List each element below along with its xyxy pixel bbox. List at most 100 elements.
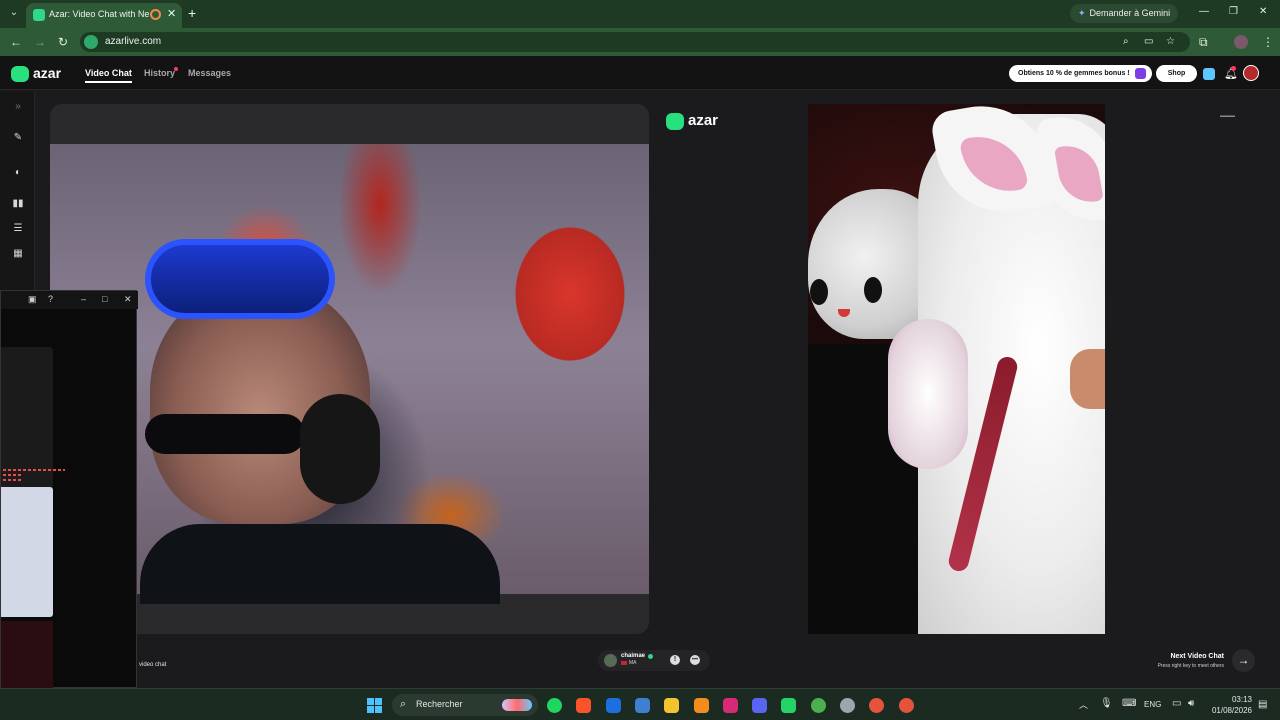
tab-title: Azar: Video Chat with New xyxy=(49,9,149,19)
zoom-icon[interactable]: ⌕ xyxy=(1123,36,1129,47)
layout-grid-icon[interactable]: ▦ xyxy=(12,248,24,260)
tray-overflow-icon[interactable]: ︿ xyxy=(1079,698,1088,711)
brave-icon[interactable] xyxy=(576,698,591,713)
clock-date[interactable]: 01/08/2026 xyxy=(1200,706,1252,715)
next-video-chat-hint: Press right key to meet others xyxy=(1157,663,1224,669)
volume-icon[interactable]: 🔊︎ xyxy=(1188,698,1194,709)
reload-icon[interactable]: ↻ xyxy=(58,35,68,49)
steam-icon[interactable] xyxy=(840,698,855,713)
peer-country: MA xyxy=(629,660,637,666)
network-icon[interactable]: ▭ xyxy=(1172,698,1181,709)
layout-stack-icon[interactable]: ☰ xyxy=(12,223,24,235)
minimize-icon[interactable]: – xyxy=(81,294,86,304)
peer-avatar[interactable] xyxy=(604,654,617,667)
whatsapp-icon[interactable] xyxy=(781,698,796,713)
tool-rail: » ✎ ◐ ▮▮ ☰ ▦ xyxy=(0,91,35,291)
overlay-light-pane xyxy=(1,487,53,617)
instagram-icon[interactable] xyxy=(723,698,738,713)
azar-center-logo-text: azar xyxy=(688,112,719,129)
azar-logo-icon[interactable] xyxy=(11,66,29,82)
site-info-icon[interactable] xyxy=(84,35,98,49)
self-camera-feed xyxy=(50,144,649,604)
peer-headphone xyxy=(888,319,968,469)
file-explorer-icon[interactable] xyxy=(664,698,679,713)
new-tab-icon[interactable]: + xyxy=(188,5,196,21)
bell-notification-dot xyxy=(1231,66,1236,71)
next-arrow-button[interactable]: → xyxy=(1232,649,1255,672)
extensions-icon[interactable]: ⧉ xyxy=(1199,35,1208,50)
self-video-panel xyxy=(50,104,649,634)
app-header: azar Video Chat History Messages Obtiens… xyxy=(0,56,1280,90)
overlay-meter xyxy=(3,469,65,487)
search-icon: ⌕ xyxy=(400,698,407,710)
discord-icon[interactable] xyxy=(752,698,767,713)
menu-icon[interactable]: ⋮ xyxy=(1262,35,1274,49)
shop-label: Shop xyxy=(1167,70,1186,77)
azar-center-logo-icon xyxy=(666,113,684,130)
back-icon[interactable]: ← xyxy=(10,35,22,49)
history-notification-dot xyxy=(174,67,178,71)
close-tab-icon[interactable]: ✕ xyxy=(167,7,176,20)
self-sunglasses xyxy=(145,414,305,454)
close-icon[interactable]: ✕ xyxy=(124,294,132,305)
help-icon[interactable]: ? xyxy=(48,294,53,304)
video-chat-label: video chat xyxy=(139,662,167,668)
microphone-icon[interactable]: 🎙︎ xyxy=(1100,698,1113,709)
avatar[interactable] xyxy=(1243,65,1259,81)
search-highlight-icon xyxy=(502,699,532,711)
report-icon[interactable]: ! xyxy=(670,655,680,665)
chrome-profile-3-icon[interactable] xyxy=(899,698,914,713)
screenshot-icon[interactable]: ▣ xyxy=(28,294,37,305)
gemini-icon: ✦ xyxy=(1078,8,1086,18)
spotify-icon[interactable] xyxy=(547,698,562,713)
promo-label: Obtiens 10 % de gemmes bonus ! xyxy=(1018,70,1130,77)
star-icon[interactable]: ☆ xyxy=(1166,36,1175,47)
minimize-window-icon[interactable]: — xyxy=(1199,6,1209,17)
magic-wand-icon[interactable]: ✎ xyxy=(12,132,24,144)
gemini-label: Demander à Gemini xyxy=(1089,8,1171,18)
search-placeholder: Rechercher xyxy=(416,699,463,709)
start-icon[interactable] xyxy=(367,698,382,713)
chrome-profile-2-icon[interactable] xyxy=(869,698,884,713)
azar-logo-text[interactable]: azar xyxy=(33,65,61,81)
clock-time[interactable]: 03:13 xyxy=(1218,695,1252,704)
tab-favicon-icon xyxy=(33,9,45,21)
self-goggles xyxy=(145,239,335,319)
filter-icon[interactable]: ◐ xyxy=(12,167,24,179)
nav-video-chat[interactable]: Video Chat xyxy=(85,68,132,83)
security-icon[interactable] xyxy=(606,698,621,713)
taskbar-search-input[interactable]: ⌕ Rechercher xyxy=(392,694,538,716)
shop-button[interactable]: Shop xyxy=(1156,65,1197,82)
restore-window-icon[interactable]: ❐ xyxy=(1229,6,1238,17)
plush-mouth xyxy=(838,309,850,317)
maximize-icon[interactable]: □ xyxy=(102,294,107,304)
layout-split-icon[interactable]: ▮▮ xyxy=(12,198,24,210)
self-shirt xyxy=(140,524,500,604)
browser-tab[interactable]: Azar: Video Chat with New ✕ xyxy=(26,3,182,28)
peer-info-chip[interactable]: chaimae MA ! ••• xyxy=(598,650,710,671)
vlc-icon[interactable] xyxy=(694,698,709,713)
overlay-titlebar[interactable]: ▣ ? – □ ✕ xyxy=(1,291,138,309)
nav-messages[interactable]: Messages xyxy=(188,68,231,78)
notification-icon[interactable]: ▤ xyxy=(1258,699,1267,710)
close-window-icon[interactable]: ✕ xyxy=(1259,6,1267,17)
chat-icon[interactable]: ••• xyxy=(690,655,700,665)
gem-bonus-promo-button[interactable]: Obtiens 10 % de gemmes bonus ! xyxy=(1009,65,1152,82)
store-icon[interactable] xyxy=(635,698,650,713)
overlay-window[interactable]: ▣ ? – □ ✕ xyxy=(0,290,138,689)
gemini-button[interactable]: ✦ Demander à Gemini xyxy=(1070,4,1179,23)
address-bar: ← → ↻ azarlive.com ⌕ ▭ ☆ ⧉ ⋮ xyxy=(0,28,1280,56)
profile-icon[interactable] xyxy=(1234,35,1248,49)
windows-taskbar: ⌕ Rechercher ︿ 🎙︎ ⌨ ENG ▭ 🔊︎ 03:13 01/08… xyxy=(0,688,1280,720)
cast-icon[interactable]: ▭ xyxy=(1144,36,1153,47)
forward-icon[interactable]: → xyxy=(34,35,46,49)
chrome-icon[interactable] xyxy=(811,698,826,713)
gem-icon[interactable] xyxy=(1203,68,1215,80)
url-field[interactable]: azarlive.com ⌕ ▭ ☆ xyxy=(80,32,1190,52)
tab-search-icon[interactable]: ⌄ xyxy=(6,5,22,21)
language-indicator[interactable]: ENG xyxy=(1144,700,1161,709)
keyboard-icon[interactable]: ⌨ xyxy=(1122,698,1136,709)
nav-history[interactable]: History xyxy=(144,68,175,78)
expand-icon[interactable]: » xyxy=(12,101,24,113)
verified-icon xyxy=(648,654,653,659)
